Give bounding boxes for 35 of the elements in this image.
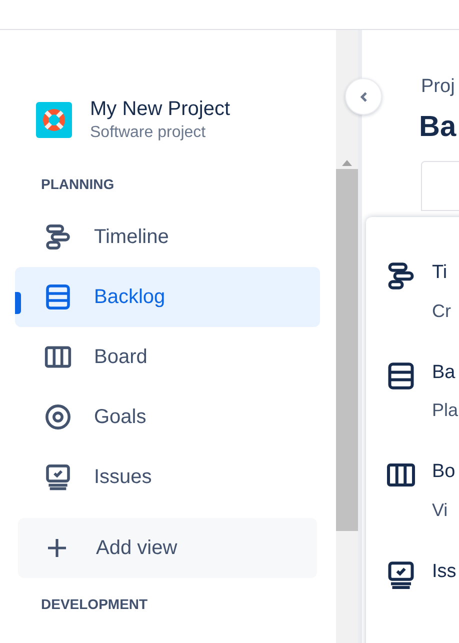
- scroll-thumb[interactable]: [336, 169, 358, 531]
- active-indicator: [15, 292, 21, 314]
- option-description: Pla: [432, 399, 458, 422]
- breadcrumb: Proj: [421, 75, 456, 99]
- section-heading: PLANNING: [40, 175, 116, 194]
- tab-frame: [421, 161, 459, 211]
- sidebar-item[interactable]: Timeline: [15, 207, 320, 267]
- sidebar-item[interactable]: Board: [15, 327, 320, 387]
- chevron-left-icon: [360, 90, 368, 102]
- timeline-icon: [44, 223, 72, 251]
- target-icon: [44, 403, 72, 431]
- scrollbar[interactable]: [336, 30, 358, 643]
- section-heading: DEVELOPMENT: [40, 595, 149, 614]
- project-name: My New Project: [90, 97, 230, 122]
- add-view-button[interactable]: Add view: [18, 518, 317, 578]
- option-description: Vi: [432, 498, 449, 522]
- option-title[interactable]: Ti: [432, 259, 451, 288]
- option-title[interactable]: Bo: [432, 458, 456, 486]
- sidebar-item[interactable]: Backlog: [15, 267, 320, 327]
- sidebar-item[interactable]: Goals: [15, 387, 320, 447]
- checked-screen-icon: [44, 463, 72, 491]
- page-title: Ba: [419, 110, 458, 144]
- option-description: Cr: [432, 300, 451, 322]
- scroll-up-arrow-icon: [342, 160, 352, 166]
- collapse-button[interactable]: [345, 78, 382, 115]
- timeline-icon: [386, 261, 416, 291]
- project-logo-icon: [36, 102, 72, 138]
- plus-icon: [46, 537, 68, 559]
- option-title[interactable]: Ba: [432, 358, 458, 387]
- stacked-bars-icon: [386, 360, 416, 390]
- checked-screen-icon: [386, 560, 416, 590]
- project-type: Software project: [90, 123, 207, 143]
- sidebar-item[interactable]: Issues: [15, 447, 320, 507]
- stacked-bars-icon: [44, 283, 72, 311]
- option-title[interactable]: Iss: [432, 558, 456, 586]
